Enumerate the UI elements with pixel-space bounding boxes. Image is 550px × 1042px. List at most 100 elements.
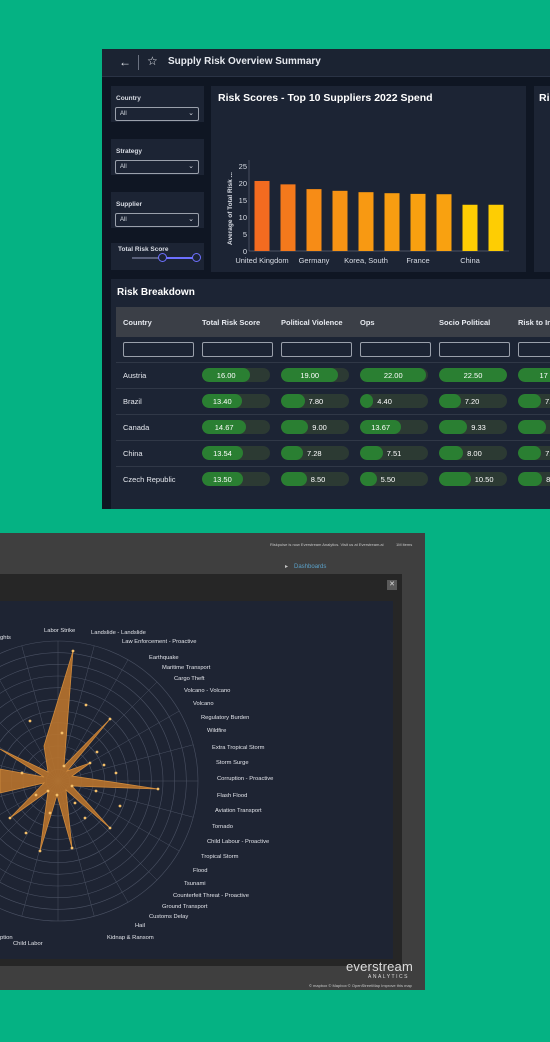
radar-data-point [95, 750, 99, 754]
country-select[interactable]: All ⌄ [115, 107, 199, 121]
risk-breakdown-title: Risk Breakdown [117, 287, 195, 298]
cell-country: Austria [123, 371, 147, 380]
radar-axis-label: ption [0, 935, 13, 941]
radar-grid-spoke [57, 744, 194, 782]
table-row[interactable]: Czech Republic 13.50 8.50 5.50 10.50 8.00 [116, 466, 550, 491]
score-value: 17 [539, 371, 548, 380]
score-pill: 16.00 [202, 368, 270, 382]
bar [254, 180, 270, 251]
score-value: 8.50 [310, 475, 326, 484]
radar-data-point [88, 761, 92, 765]
score-pill: 7.64 [518, 446, 550, 460]
radar-axis-label: ghts [0, 635, 11, 641]
radar-axis-label: Child Labour - Proactive [207, 839, 269, 845]
table-row[interactable]: Austria 16.00 19.00 22.00 22.50 17 [116, 362, 550, 387]
score-value: 7.80 [308, 397, 324, 406]
radar-data-point [84, 703, 88, 707]
table-row[interactable]: China 13.54 7.28 7.51 8.00 7.64 [116, 440, 550, 465]
bar [280, 184, 296, 251]
score-pill: 17 [518, 368, 550, 382]
table-filter-row [116, 337, 550, 362]
table-row[interactable]: Canada 14.67 9.00 13.67 9.33 9.33 [116, 414, 550, 439]
score-pill: 7.80 [281, 394, 349, 408]
score-value: 9.33 [471, 423, 486, 432]
score-value: 19.00 [300, 371, 320, 380]
score-value: 16.00 [216, 371, 236, 380]
radar-data-point [48, 811, 52, 815]
strategy-select-value: All [120, 164, 127, 170]
filter-input-socio-political[interactable] [439, 342, 510, 357]
score-pill: 4.40 [360, 394, 428, 408]
radar-data-point [62, 764, 66, 768]
column-header-socio-political[interactable]: Socio Political [439, 318, 490, 327]
filter-input-political-violence[interactable] [281, 342, 352, 357]
column-header-ops[interactable]: Ops [360, 318, 375, 327]
score-value: 7.51 [386, 449, 402, 458]
y-tick-label: 10 [239, 213, 247, 222]
x-tick-label: China [460, 256, 480, 265]
table-header: Country Total Risk Score Political Viole… [116, 307, 550, 337]
radar-axis-label: Wildfire [207, 728, 226, 734]
column-header-political-violence[interactable]: Political Violence [281, 318, 343, 327]
cell-country: Czech Republic [123, 475, 176, 484]
filter-input-total[interactable] [202, 342, 273, 357]
bar [410, 193, 426, 251]
radar-axis-label: Flood [193, 868, 208, 874]
radar-axis-label: Volcano [193, 701, 214, 707]
column-header-total-risk-score[interactable]: Total Risk Score [202, 318, 260, 327]
radar-data-point [70, 784, 74, 788]
radar-axis-label: Tsunami [184, 881, 206, 887]
radar-axis-label: Extra Tropical Storm [212, 745, 265, 751]
table-row[interactable]: Brazil 13.40 7.80 4.40 7.20 7.60 [116, 388, 550, 413]
score-bar-fill [281, 472, 307, 486]
column-header-country[interactable]: Country [123, 318, 152, 327]
score-pill: 14.67 [202, 420, 270, 434]
score-pill: 8.00 [439, 446, 507, 460]
radar-axis-label: Landslide - Landslide [91, 630, 146, 636]
score-bar-fill [281, 446, 303, 460]
radar-data-point [118, 804, 122, 808]
bar [332, 190, 348, 251]
score-bar-fill [439, 420, 468, 434]
score-bar-fill [439, 472, 471, 486]
score-bar-fill [439, 446, 464, 460]
filter-input-ops[interactable] [360, 342, 431, 357]
risk-breakdown-card: Risk Breakdown Country Total Risk Score … [111, 279, 550, 509]
star-icon[interactable]: ☆ [147, 54, 158, 68]
radar-axis-label: Customs Delay [149, 914, 188, 920]
score-pill: 13.50 [202, 472, 270, 486]
score-pill: 7.51 [360, 446, 428, 460]
x-tick-label: United Kingdom [235, 256, 288, 265]
y-axis-title: Average of Total Risk ... [227, 172, 234, 245]
supplier-select[interactable]: All ⌄ [115, 213, 199, 227]
filter-input-risk-to-in[interactable] [518, 342, 550, 357]
score-value: 8.00 [467, 449, 482, 458]
radar-data-point [34, 793, 38, 797]
radar-data-point [83, 816, 87, 820]
risk-slider-max-handle[interactable] [192, 253, 201, 262]
risk-scores-chart-card: 0 5 10 15 20 25 Average of Total Risk ... Unite… [211, 86, 526, 272]
risk-slider-min-handle[interactable] [158, 253, 167, 262]
radar-data-point [73, 801, 77, 805]
strategy-select[interactable]: All ⌄ [115, 160, 199, 174]
x-tick-label: Korea, South [344, 256, 388, 265]
radar-data-point [108, 826, 112, 830]
filter-input-country[interactable] [123, 342, 194, 357]
radar-axis-label: Child Labor [13, 941, 43, 947]
radar-data-point [60, 731, 64, 735]
dashboard-header: ← ☆ Supply Risk Overview Summary [102, 49, 550, 77]
radar-area [0, 650, 159, 852]
score-pill: 13.67 [360, 420, 428, 434]
column-header-risk-to-in[interactable]: Risk to In [518, 318, 550, 327]
chart-title: Risk Scores - Top 10 Suppliers 2022 Spen… [218, 92, 433, 104]
radar-grid-spoke [57, 681, 158, 782]
radar-chart: Labor Strike Landslide - Landslide Law Enf… [0, 628, 273, 947]
radar-data-point [55, 793, 59, 797]
score-value: 8.00 [546, 475, 550, 484]
filter-supplier: Supplier All ⌄ [111, 192, 204, 228]
dashboard-panel: ← ☆ Supply Risk Overview Summary Country… [102, 49, 550, 509]
radar-axis-label: Corruption - Proactive [217, 776, 273, 782]
radar-axis-label: Volcano - Volcano [184, 688, 230, 694]
score-value: 14.67 [214, 423, 234, 432]
arrow-left-icon[interactable]: ← [119, 55, 131, 69]
